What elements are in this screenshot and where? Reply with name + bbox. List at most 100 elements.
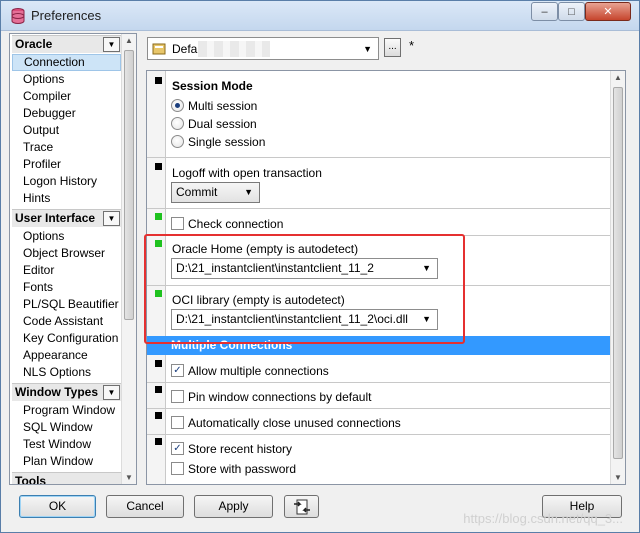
nav-item-nls-options[interactable]: NLS Options — [12, 364, 121, 381]
scroll-up-icon[interactable]: ▲ — [614, 73, 622, 82]
scroll-up-icon[interactable]: ▲ — [125, 36, 133, 45]
preferences-window: Preferences – □ ✕ Oracle ▼ Connection Op… — [0, 0, 640, 533]
preferences-nav: Oracle ▼ Connection Options Compiler Deb… — [9, 33, 137, 485]
maximize-button[interactable]: □ — [558, 2, 585, 21]
nav-item-object-browser[interactable]: Object Browser — [12, 245, 121, 262]
logoff-label: Logoff with open transaction — [172, 166, 322, 180]
divider — [147, 157, 610, 158]
modified-indicator: * — [409, 38, 415, 53]
import-export-button[interactable] — [284, 495, 319, 518]
dual-session-label[interactable]: Dual session — [188, 117, 257, 131]
nav-item-hints[interactable]: Hints — [12, 190, 121, 207]
auto-close-checkbox[interactable] — [171, 416, 184, 429]
chevron-down-icon: ▼ — [363, 44, 372, 54]
multi-session-radio[interactable] — [171, 99, 184, 112]
single-session-radio[interactable] — [171, 135, 184, 148]
divider — [147, 408, 610, 409]
nav-group-user-interface[interactable]: User Interface ▼ — [12, 209, 121, 227]
nav-item-program-window[interactable]: Program Window — [12, 402, 121, 419]
nav-item-key-configuration[interactable]: Key Configuration — [12, 330, 121, 347]
annotation-highlight-box — [144, 234, 465, 344]
minimize-button[interactable]: – — [531, 2, 558, 21]
scroll-down-icon[interactable]: ▼ — [125, 473, 133, 482]
default-marker — [155, 412, 162, 419]
nav-item-connection[interactable]: Connection — [12, 54, 121, 71]
nav-group-label: User Interface — [15, 211, 96, 225]
transfer-icon — [293, 499, 310, 515]
nav-item-trace[interactable]: Trace — [12, 139, 121, 156]
multi-session-label[interactable]: Multi session — [188, 99, 257, 113]
minimize-icon: – — [541, 5, 548, 18]
nav-item-logon-history[interactable]: Logon History — [12, 173, 121, 190]
default-marker — [155, 360, 162, 367]
store-password-checkbox[interactable] — [171, 462, 184, 475]
auto-close-label[interactable]: Automatically close unused connections — [188, 416, 401, 430]
check-connection-label[interactable]: Check connection — [188, 217, 283, 231]
watermark-text: https://blog.csdn.net/qq_3... — [463, 511, 623, 526]
apply-button[interactable]: Apply — [194, 495, 273, 518]
nav-item-plsql-beautifier[interactable]: PL/SQL Beautifier — [12, 296, 121, 313]
nav-group-window-types[interactable]: Window Types ▼ — [12, 383, 121, 401]
single-session-label[interactable]: Single session — [188, 135, 265, 149]
store-password-label[interactable]: Store with password — [188, 462, 296, 476]
profile-icon — [152, 43, 166, 55]
collapse-icon[interactable]: ▼ — [103, 211, 120, 226]
maximize-icon: □ — [568, 5, 575, 18]
divider — [147, 208, 610, 209]
title-bar[interactable]: Preferences – □ ✕ — [1, 1, 639, 31]
store-history-label[interactable]: Store recent history — [188, 442, 292, 456]
ok-button[interactable]: OK — [19, 495, 96, 518]
session-mode-title: Session Mode — [172, 79, 253, 93]
nav-item-appearance[interactable]: Appearance — [12, 347, 121, 364]
redacted-area — [198, 41, 270, 57]
cancel-button[interactable]: Cancel — [106, 495, 184, 518]
nav-group-label: Window Types — [15, 385, 99, 399]
default-marker — [155, 438, 162, 445]
nav-item-ui-options[interactable]: Options — [12, 228, 121, 245]
nav-group-tools[interactable]: Tools — [12, 472, 121, 485]
default-marker — [155, 77, 162, 84]
nav-item-plan-window[interactable]: Plan Window — [12, 453, 121, 470]
nav-group-label: Oracle — [15, 37, 53, 51]
divider — [147, 382, 610, 383]
nav-item-editor[interactable]: Editor — [12, 262, 121, 279]
scroll-thumb[interactable] — [613, 87, 623, 459]
nav-item-test-window[interactable]: Test Window — [12, 436, 121, 453]
allow-multiple-label[interactable]: Allow multiple connections — [188, 364, 329, 378]
dual-session-radio[interactable] — [171, 117, 184, 130]
chevron-down-icon: ▼ — [244, 187, 253, 197]
close-button[interactable]: ✕ — [585, 2, 631, 21]
collapse-icon[interactable]: ▼ — [103, 385, 120, 400]
nav-group-oracle[interactable]: Oracle ▼ — [12, 35, 121, 53]
window-title: Preferences — [31, 8, 102, 23]
divider — [147, 434, 610, 435]
database-icon — [11, 8, 25, 24]
collapse-icon[interactable]: ▼ — [103, 37, 120, 52]
nav-group-label: Tools — [15, 474, 47, 485]
scroll-thumb[interactable] — [124, 50, 134, 320]
profile-value: Defa — [172, 42, 198, 56]
default-marker — [155, 163, 162, 170]
nav-item-options[interactable]: Options — [12, 71, 121, 88]
nav-item-output[interactable]: Output — [12, 122, 121, 139]
modified-marker — [155, 213, 162, 220]
check-connection-checkbox[interactable] — [171, 217, 184, 230]
scroll-down-icon[interactable]: ▼ — [614, 473, 622, 482]
nav-scrollbar[interactable]: ▲ ▼ — [121, 34, 136, 484]
nav-item-debugger[interactable]: Debugger — [12, 105, 121, 122]
nav-item-profiler[interactable]: Profiler — [12, 156, 121, 173]
profile-select[interactable]: Defa ▼ — [147, 37, 379, 60]
pin-window-checkbox[interactable] — [171, 390, 184, 403]
nav-item-compiler[interactable]: Compiler — [12, 88, 121, 105]
nav-item-fonts[interactable]: Fonts — [12, 279, 121, 296]
default-marker — [155, 386, 162, 393]
panel-scrollbar[interactable]: ▲ ▼ — [610, 71, 625, 484]
logoff-select[interactable]: Commit ▼ — [171, 182, 260, 203]
store-history-checkbox[interactable]: ✓ — [171, 442, 184, 455]
nav-item-sql-window[interactable]: SQL Window — [12, 419, 121, 436]
profile-options-button[interactable]: ... — [384, 38, 401, 57]
nav-item-code-assistant[interactable]: Code Assistant — [12, 313, 121, 330]
pin-window-label[interactable]: Pin window connections by default — [188, 390, 371, 404]
close-icon: ✕ — [603, 6, 613, 18]
allow-multiple-checkbox[interactable]: ✓ — [171, 364, 184, 377]
